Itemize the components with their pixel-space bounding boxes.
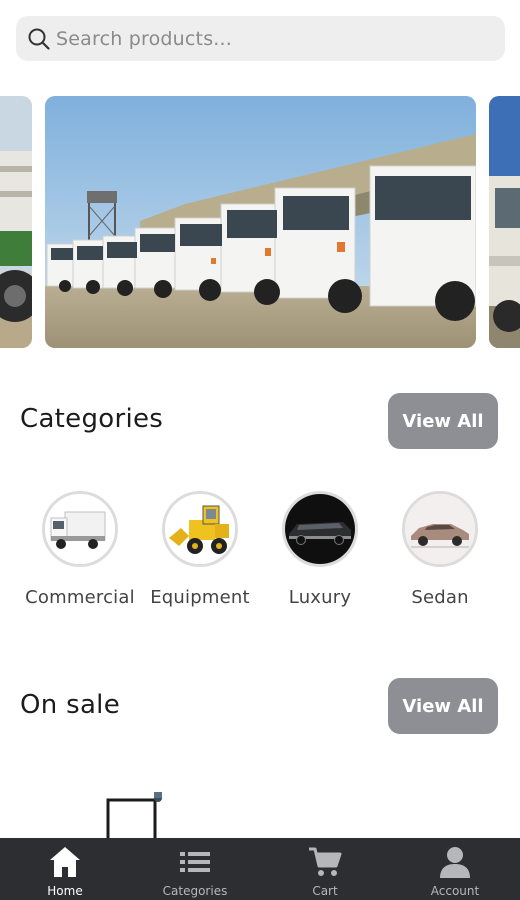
nav-item-cart[interactable]: Cart xyxy=(260,838,390,900)
sedan-image xyxy=(405,494,475,564)
nav-item-account[interactable]: Account xyxy=(390,838,520,900)
bottom-nav: Home Categories Cart Account xyxy=(0,838,520,900)
nav-label-home: Home xyxy=(47,884,83,898)
nav-label-categories: Categories xyxy=(162,884,228,898)
white-truck-image xyxy=(45,494,115,564)
home-icon xyxy=(50,847,80,877)
categories-title: Categories xyxy=(20,404,164,434)
search-icon xyxy=(28,28,50,50)
search-input[interactable] xyxy=(56,27,486,50)
categories-view-all-button[interactable]: View All xyxy=(388,393,498,449)
search-bar[interactable] xyxy=(16,16,505,61)
category-item-luxury[interactable]: Luxury xyxy=(260,491,380,608)
on-sale-product-image[interactable] xyxy=(100,788,180,838)
nav-item-categories[interactable]: Categories xyxy=(130,838,260,900)
cart-icon xyxy=(309,847,342,876)
trucks-fleet-photo xyxy=(45,96,476,348)
category-item-equipment[interactable]: Equipment xyxy=(140,491,260,608)
category-label-luxury: Luxury xyxy=(288,587,352,608)
wheel-loader-image xyxy=(165,494,235,564)
vehicle-photo xyxy=(489,96,520,348)
account-icon xyxy=(440,847,470,878)
banner-carousel[interactable] xyxy=(0,96,520,348)
home-screen: Categories View All Commercial xyxy=(0,0,520,900)
category-label-commercial: Commercial xyxy=(25,587,135,608)
category-image-commercial xyxy=(42,491,118,567)
category-item-sedan[interactable]: Sedan xyxy=(380,491,500,608)
category-image-equipment xyxy=(162,491,238,567)
category-image-luxury xyxy=(282,491,358,567)
category-item-commercial[interactable]: Commercial xyxy=(20,491,140,608)
list-icon xyxy=(180,852,210,872)
nav-label-account: Account xyxy=(430,884,480,898)
limousine-image xyxy=(285,494,355,564)
on-sale-view-all-button[interactable]: View All xyxy=(388,678,498,734)
carousel-slide-vehicle[interactable] xyxy=(489,96,520,348)
nav-item-home[interactable]: Home xyxy=(0,838,130,900)
tractor-photo xyxy=(0,96,32,348)
category-label-sedan: Sedan xyxy=(411,587,469,608)
on-sale-title: On sale xyxy=(20,690,121,720)
carousel-slide-trucks[interactable] xyxy=(45,96,476,348)
category-label-equipment: Equipment xyxy=(150,587,250,608)
category-list: Commercial Equipment Luxury Sedan xyxy=(0,491,520,621)
nav-label-cart: Cart xyxy=(312,884,338,898)
carousel-slide-tractor[interactable] xyxy=(0,96,32,348)
category-image-sedan xyxy=(402,491,478,567)
